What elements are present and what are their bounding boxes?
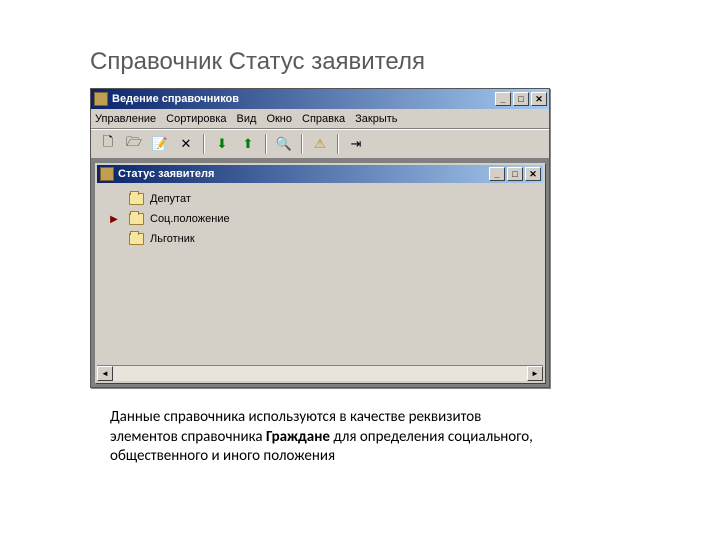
mdi-client-area: Статус заявителя _ □ ✕ Депутат ▶ Соц.пол…	[91, 159, 549, 387]
slide-title: Справочник Статус заявителя	[90, 48, 425, 76]
horizontal-scrollbar[interactable]: ◄ ►	[97, 365, 543, 381]
child-window-icon	[100, 167, 114, 181]
edit-icon[interactable]: 📝	[149, 133, 171, 155]
folder-icon	[129, 233, 144, 245]
maximize-button[interactable]: □	[513, 92, 529, 106]
toolbar-separator	[265, 134, 267, 154]
folder-icon	[129, 193, 144, 205]
new-icon[interactable]: 🗋	[97, 133, 119, 155]
minimize-button[interactable]: _	[495, 92, 511, 106]
list-item[interactable]: Депутат	[105, 189, 535, 209]
toolbar-separator	[203, 134, 205, 154]
down-icon[interactable]: ⬇	[211, 133, 233, 155]
main-titlebar: Ведение справочников _ □ ✕	[91, 89, 549, 109]
toolbar: 🗋 🗁 📝 ✕ ⬇ ⬆ 🔍 ⚠ ⇥	[91, 129, 549, 159]
scroll-track[interactable]	[113, 366, 527, 381]
current-row-marker-icon: ▶	[109, 214, 119, 224]
menu-help[interactable]: Справка	[302, 113, 345, 125]
close-button[interactable]: ✕	[531, 92, 547, 106]
scroll-left-icon[interactable]: ◄	[97, 366, 113, 381]
list-item-label: Соц.положение	[150, 213, 230, 225]
menu-bar: Управление Сортировка Вид Окно Справка З…	[91, 109, 549, 129]
slide-caption: Данные справочника используются в качест…	[110, 408, 550, 467]
caption-bold: Граждане	[266, 428, 330, 446]
child-maximize-button[interactable]: □	[507, 167, 523, 181]
menu-close[interactable]: Закрыть	[355, 113, 397, 125]
menu-sort[interactable]: Сортировка	[166, 113, 226, 125]
child-titlebar: Статус заявителя _ □ ✕	[97, 165, 543, 183]
menu-manage[interactable]: Управление	[95, 113, 156, 125]
up-icon[interactable]: ⬆	[237, 133, 259, 155]
list-item-label: Льготник	[150, 233, 195, 245]
list-item[interactable]: Льготник	[105, 229, 535, 249]
main-window: Ведение справочников _ □ ✕ Управление Со…	[90, 88, 550, 388]
list-item[interactable]: ▶ Соц.положение	[105, 209, 535, 229]
main-title: Ведение справочников	[112, 93, 495, 105]
toolbar-separator	[301, 134, 303, 154]
binoculars-icon[interactable]: 🔍	[273, 133, 295, 155]
list-item-label: Депутат	[150, 193, 191, 205]
scroll-right-icon[interactable]: ►	[527, 366, 543, 381]
tree-list: Депутат ▶ Соц.положение Льготник	[97, 183, 543, 365]
exit-icon[interactable]: ⇥	[345, 133, 367, 155]
child-window: Статус заявителя _ □ ✕ Депутат ▶ Соц.пол…	[95, 163, 545, 383]
child-minimize-button[interactable]: _	[489, 167, 505, 181]
warning-icon[interactable]: ⚠	[309, 133, 331, 155]
menu-view[interactable]: Вид	[237, 113, 257, 125]
toolbar-separator	[337, 134, 339, 154]
delete-icon[interactable]: ✕	[175, 133, 197, 155]
menu-window[interactable]: Окно	[266, 113, 292, 125]
app-icon	[94, 92, 108, 106]
child-title: Статус заявителя	[118, 168, 489, 180]
folder-icon	[129, 213, 144, 225]
child-close-button[interactable]: ✕	[525, 167, 541, 181]
open-icon[interactable]: 🗁	[123, 133, 145, 155]
